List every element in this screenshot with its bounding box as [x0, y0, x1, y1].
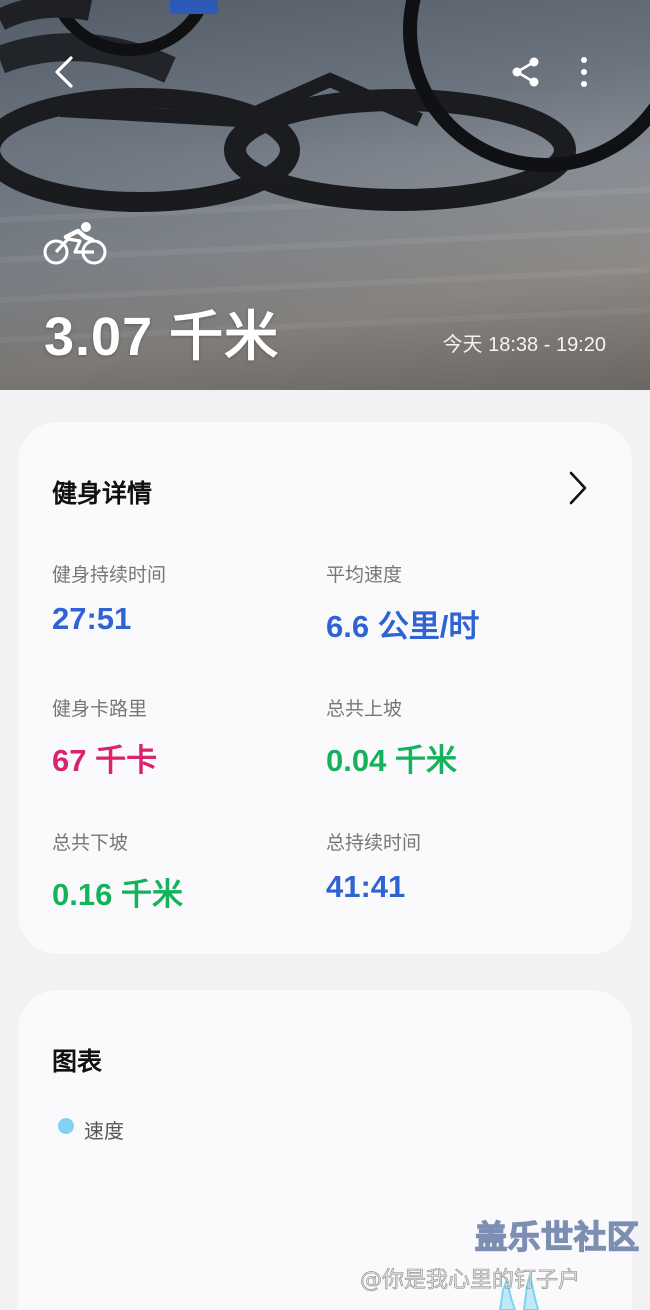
back-button[interactable]: [40, 48, 88, 96]
details-title: 健身详情: [52, 479, 153, 508]
metric-value: 41:41: [326, 869, 406, 904]
more-vert-icon: [581, 57, 587, 87]
metric-value: 0.04 千米: [326, 743, 457, 778]
share-button[interactable]: [502, 48, 550, 96]
chevron-right-icon[interactable]: [566, 468, 590, 508]
metric-value: 6.6 公里/时: [326, 609, 480, 644]
metric-total-descent: 总共下坡 0.16 千米: [52, 828, 183, 914]
metric-total-ascent: 总共上坡 0.04 千米: [326, 694, 457, 780]
watermark-subtitle: @你是我心里的钉子户: [360, 1268, 581, 1294]
cycling-icon: [43, 222, 107, 265]
back-arrow-icon: [55, 56, 73, 88]
metric-label: 总共上坡: [326, 698, 403, 720]
watermark-title: 盖乐世社区: [474, 1217, 641, 1257]
metric-value: 67 千卡: [52, 743, 158, 778]
metric-label: 健身卡路里: [52, 698, 148, 720]
metric-average-speed: 平均速度 6.6 公里/时: [326, 560, 479, 646]
workout-time-range: 今天 18:38 - 19:20: [442, 334, 606, 356]
metric-label: 健身持续时间: [52, 564, 167, 586]
more-options-button[interactable]: [560, 48, 608, 96]
metric-label: 总共下坡: [52, 832, 129, 854]
metric-label: 总持续时间: [326, 832, 422, 854]
metric-calories: 健身卡路里 67 千卡: [52, 694, 157, 780]
metric-workout-duration: 健身持续时间 27:51: [52, 560, 166, 637]
workout-hero: 3.07 千米 今天 18:38 - 19:20: [0, 0, 650, 390]
distance-value: 3.07 千米: [44, 307, 280, 367]
metric-label: 平均速度: [326, 564, 403, 586]
share-icon: [512, 57, 539, 87]
workout-details-card: 健身详情 健身持续时间 27:51 平均速度 6.6 公里/时 健身卡路里 67…: [18, 422, 632, 954]
metric-total-duration: 总持续时间 41:41: [326, 828, 421, 905]
metric-value: 27:51: [52, 601, 132, 636]
metric-value: 0.16 千米: [52, 877, 183, 912]
